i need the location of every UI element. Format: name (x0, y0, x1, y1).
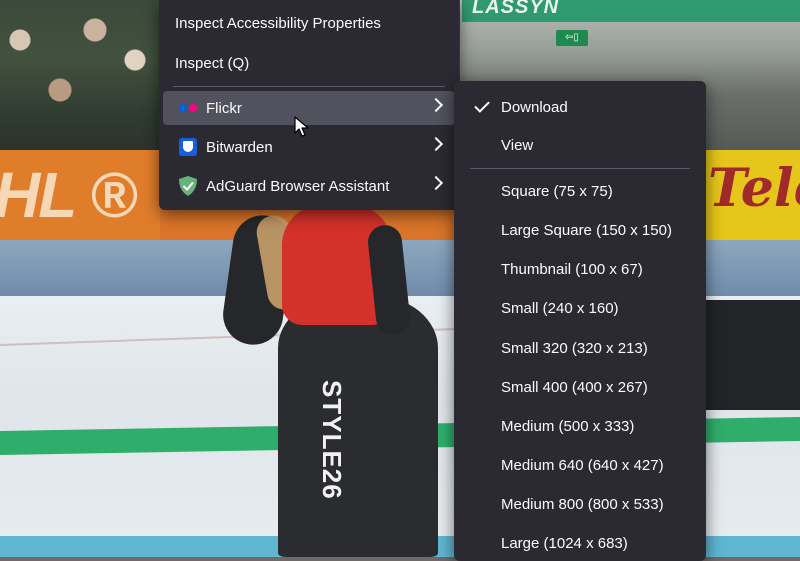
skater-suit-text: STYLE26 (317, 380, 347, 500)
submenu-item-label: View (501, 136, 534, 154)
submenu-item-size[interactable]: Medium (500 x 333) (458, 409, 702, 443)
skater-legs (278, 296, 438, 557)
submenu-item-label: Medium (500 x 333) (501, 417, 635, 435)
submenu-item-size[interactable]: Square (75 x 75) (458, 174, 702, 208)
submenu-item-label: Thumbnail (100 x 67) (501, 260, 643, 278)
menu-item-label: Bitwarden (206, 138, 273, 156)
menu-item-inspect-accessibility[interactable]: Inspect Accessibility Properties (163, 6, 455, 40)
submenu-item-label: Small (240 x 160) (501, 299, 619, 317)
submenu-item-label: Large (1024 x 683) (501, 534, 628, 552)
submenu-item-size[interactable]: Large Square (150 x 150) (458, 213, 702, 247)
submenu-item-size[interactable]: Medium 800 (800 x 533) (458, 487, 702, 521)
speaker-stack (705, 300, 800, 410)
submenu-item-size[interactable]: Small 320 (320 x 213) (458, 331, 702, 365)
submenu-item-size[interactable]: Medium 640 (640 x 427) (458, 448, 702, 482)
arena-banner-text: LASSYN (472, 0, 560, 18)
sponsor-board-left-text: HL ® (0, 159, 137, 231)
chevron-right-icon (428, 136, 444, 152)
menu-item-label: AdGuard Browser Assistant (206, 177, 390, 195)
menu-item-adguard[interactable]: AdGuard Browser Assistant (163, 169, 455, 203)
menu-item-label: Inspect (Q) (175, 54, 250, 72)
sponsor-board-right: Tele (706, 150, 800, 240)
submenu-item-size[interactable]: Large (1024 x 683) (458, 526, 702, 560)
submenu-item-size[interactable]: Small 400 (400 x 267) (458, 370, 702, 404)
context-menu: Inspect Accessibility Properties Inspect… (159, 0, 459, 210)
menu-item-inspect[interactable]: Inspect (Q) (163, 46, 455, 80)
flickr-icon (179, 104, 199, 112)
submenu-item-label: Small 400 (400 x 267) (501, 378, 648, 396)
adguard-icon (179, 176, 197, 196)
submenu-item-label: Medium 640 (640 x 427) (501, 456, 664, 474)
menu-item-label: Inspect Accessibility Properties (175, 14, 381, 32)
flickr-submenu: Download View Square (75 x 75) Large Squ… (454, 81, 706, 561)
menu-separator (173, 86, 445, 87)
exit-sign: ⇦▯ (556, 30, 588, 46)
sponsor-board-left: HL ® (0, 150, 160, 242)
submenu-item-size[interactable]: Thumbnail (100 x 67) (458, 252, 702, 286)
submenu-item-label: Small 320 (320 x 213) (501, 339, 648, 357)
bitwarden-icon (179, 138, 197, 156)
chevron-right-icon (428, 97, 444, 113)
menu-separator (470, 168, 690, 169)
submenu-item-download[interactable]: Download (458, 90, 702, 124)
submenu-item-label: Large Square (150 x 150) (501, 221, 672, 239)
arena-banner: LASSYN (462, 0, 800, 22)
sponsor-board-right-text: Tele (708, 158, 800, 219)
mouse-cursor-icon (294, 116, 309, 137)
chevron-right-icon (428, 175, 444, 191)
submenu-item-size[interactable]: Small (240 x 160) (458, 291, 702, 325)
submenu-item-label: Medium 800 (800 x 533) (501, 495, 664, 513)
checkmark-icon (474, 97, 490, 113)
submenu-item-view[interactable]: View (458, 128, 702, 162)
menu-item-label: Flickr (206, 99, 242, 117)
submenu-item-label: Download (501, 98, 568, 116)
submenu-item-label: Square (75 x 75) (501, 182, 613, 200)
